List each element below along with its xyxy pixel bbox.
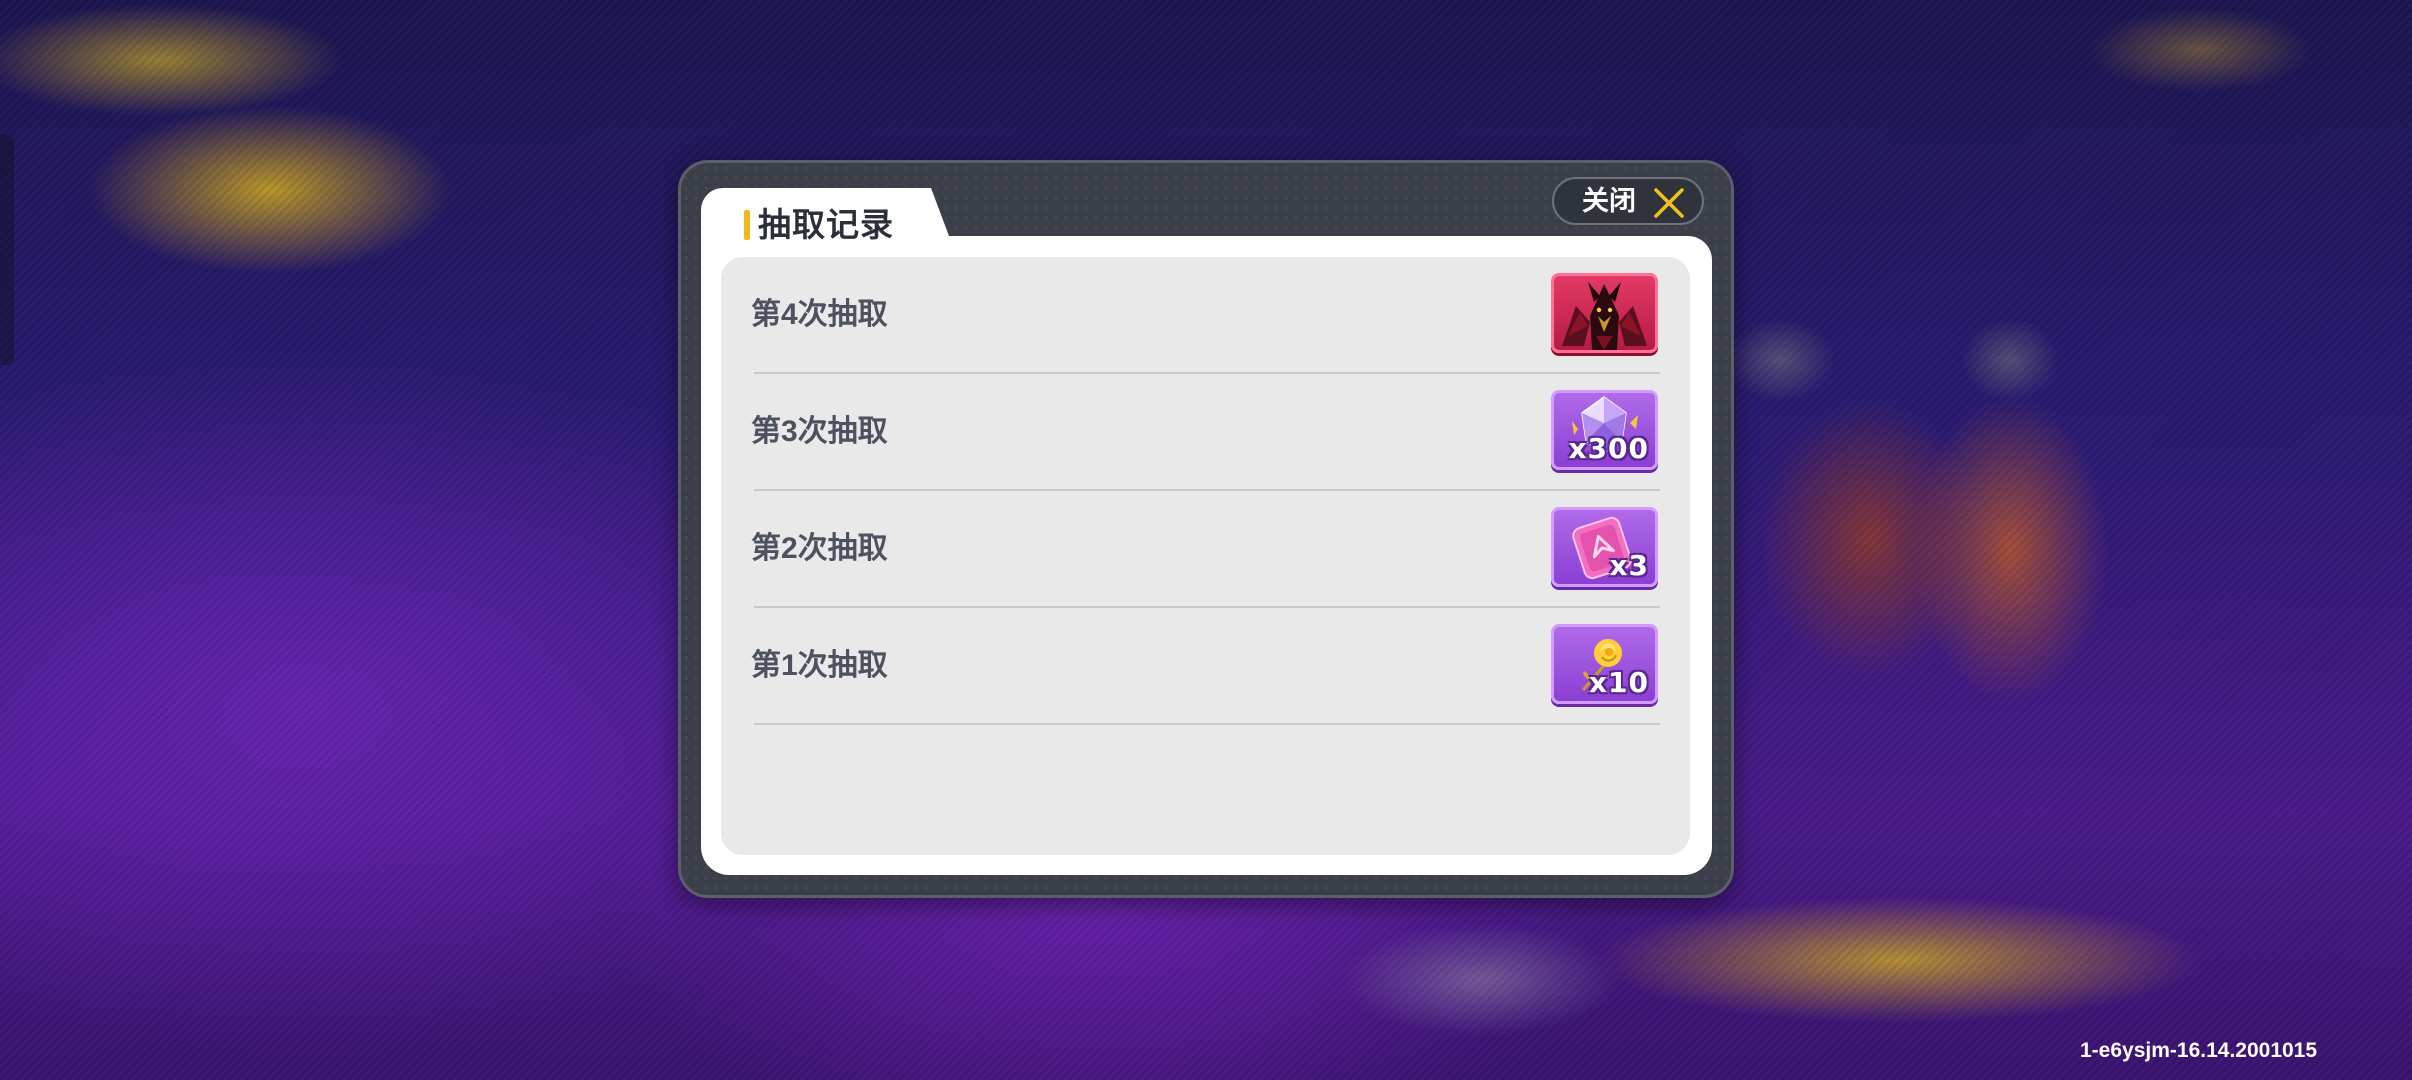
record-label: 第3次抽取 (751, 415, 888, 448)
reward-item-card[interactable] (1551, 273, 1658, 353)
dialog-title: 抽取记录 (758, 206, 894, 243)
record-row: 第4次抽取 (721, 257, 1690, 374)
title-accent-bar (744, 210, 750, 240)
record-label: 第2次抽取 (751, 532, 888, 565)
record-label: 第1次抽取 (751, 649, 888, 682)
item-quantity: x300 (1568, 432, 1649, 465)
close-icon (1654, 188, 1684, 218)
record-row: 第1次抽取 x10 (721, 608, 1690, 725)
record-label: 第4次抽取 (751, 298, 888, 331)
close-button[interactable]: 关闭 (1552, 177, 1704, 225)
record-row: 第3次抽取 x300 (721, 374, 1690, 491)
version-label: 1-e6ysjm-16.14.2001015 (2080, 1039, 2318, 1062)
reward-item-card[interactable]: x300 (1551, 390, 1658, 470)
reward-item-card[interactable]: x3 (1551, 507, 1658, 587)
record-row: 第2次抽取 x3 (721, 491, 1690, 608)
demon-dragon-character-icon (1562, 282, 1647, 350)
reward-item-card[interactable]: x10 (1551, 624, 1658, 704)
record-list: 第4次抽取 第3次抽取 x300 第2次抽取 x3 第1次抽取 x10 (721, 257, 1690, 855)
item-quantity: x3 (1609, 549, 1649, 582)
draw-record-dialog: 抽取记录 关闭 第4次抽取 第3次抽取 x300 第2次抽取 x3 第1次抽取 … (678, 160, 1734, 898)
close-button-label: 关闭 (1582, 186, 1636, 216)
item-quantity: x10 (1588, 666, 1649, 699)
row-divider (754, 723, 1660, 725)
side-edge-tab (0, 135, 14, 365)
